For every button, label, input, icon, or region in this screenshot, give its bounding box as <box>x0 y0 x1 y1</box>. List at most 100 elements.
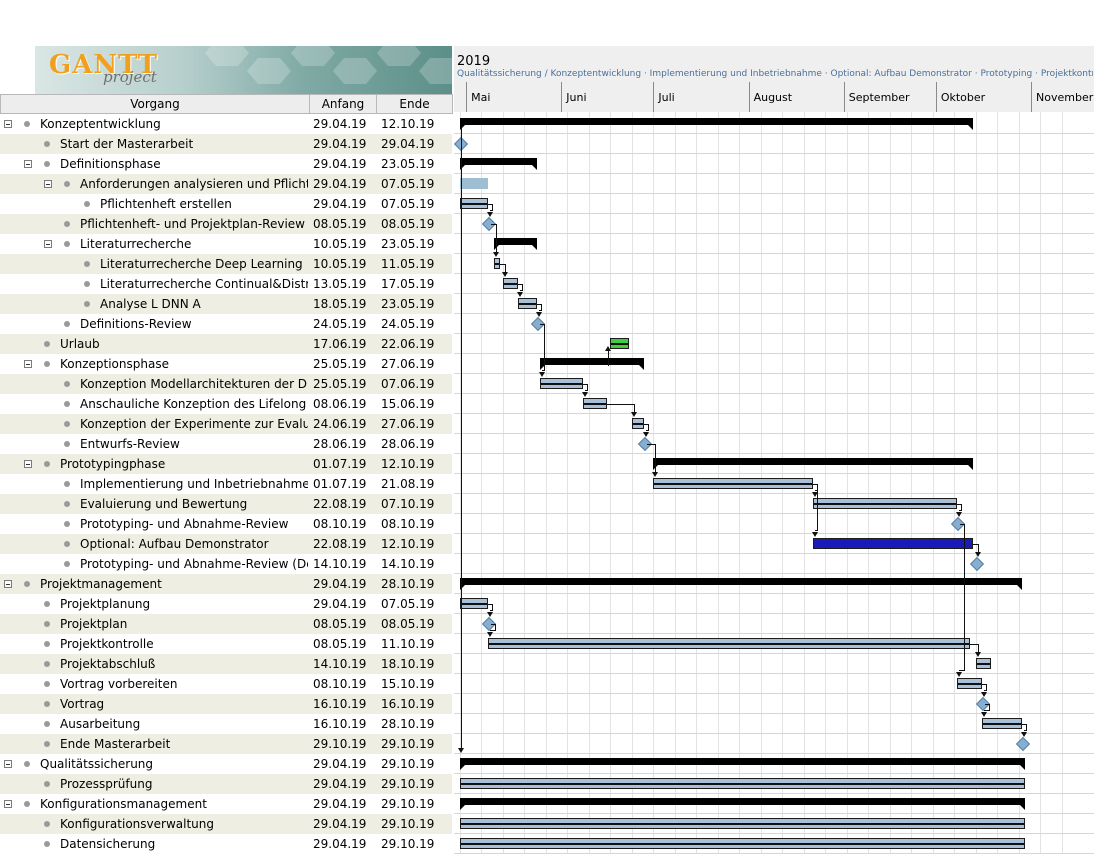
task-end-date[interactable]: 12.10.19 <box>381 454 434 474</box>
task-row[interactable]: Urlaub 17.06.19 22.06.19 <box>0 334 452 354</box>
task-name[interactable]: Analyse L DNN A <box>100 294 308 314</box>
task-bar[interactable] <box>957 678 982 689</box>
task-end-date[interactable]: 29.10.19 <box>381 814 434 834</box>
task-start-date[interactable]: 29.04.19 <box>313 574 366 594</box>
task-name[interactable]: Entwurfs-Review <box>80 434 308 454</box>
task-start-date[interactable]: 29.10.19 <box>313 734 366 754</box>
task-end-date[interactable]: 24.05.19 <box>381 314 434 334</box>
task-end-date[interactable]: 22.06.19 <box>381 334 434 354</box>
task-start-date[interactable]: 10.05.19 <box>313 234 366 254</box>
collapse-icon[interactable] <box>4 120 12 128</box>
task-start-date[interactable]: 08.05.19 <box>313 634 366 654</box>
task-row[interactable]: Anforderungen analysieren und Pflichten.… <box>0 174 452 194</box>
task-end-date[interactable]: 28.06.19 <box>381 434 434 454</box>
task-end-date[interactable]: 29.04.19 <box>381 134 434 154</box>
task-name[interactable]: Konfigurationsverwaltung <box>60 814 308 834</box>
task-end-date[interactable]: 15.06.19 <box>381 394 434 414</box>
task-name[interactable]: Prozessprüfung <box>60 774 308 794</box>
task-name[interactable]: Ende Masterarbeit <box>60 734 308 754</box>
task-start-date[interactable]: 08.05.19 <box>313 614 366 634</box>
task-name[interactable]: Vortrag vorbereiten <box>60 674 308 694</box>
task-end-date[interactable]: 08.05.19 <box>381 614 434 634</box>
task-end-date[interactable]: 23.05.19 <box>381 154 434 174</box>
task-name[interactable]: Definitions-Review <box>80 314 308 334</box>
task-bar[interactable] <box>539 378 583 389</box>
task-name[interactable]: Prototyping- und Abnahme-Review <box>80 514 308 534</box>
collapse-icon[interactable] <box>44 240 52 248</box>
task-name[interactable]: Konzeption der Experimente zur Evaluieru… <box>80 414 308 434</box>
task-row[interactable]: Projektmanagement 29.04.19 28.10.19 <box>0 574 452 594</box>
task-row[interactable]: Prototyping- und Abnahme-Review 08.10.19 0… <box>0 514 452 534</box>
summary-bar[interactable] <box>460 798 1025 810</box>
summary-bar[interactable] <box>460 578 1022 590</box>
task-name[interactable]: Literaturrecherche <box>80 234 308 254</box>
task-start-date[interactable]: 16.10.19 <box>313 694 366 714</box>
task-start-date[interactable]: 13.05.19 <box>313 274 366 294</box>
task-start-date[interactable]: 22.08.19 <box>313 534 366 554</box>
task-bar[interactable] <box>631 418 645 429</box>
task-end-date[interactable]: 12.10.19 <box>381 114 434 134</box>
task-row[interactable]: Start der Masterarbeit 29.04.19 29.04.19 <box>0 134 452 154</box>
task-start-date[interactable]: 22.08.19 <box>313 494 366 514</box>
collapse-icon[interactable] <box>44 180 52 188</box>
collapse-icon[interactable] <box>4 580 12 588</box>
task-start-date[interactable]: 24.05.19 <box>313 314 366 334</box>
task-bar[interactable] <box>518 298 537 309</box>
task-row[interactable]: Vortrag vorbereiten 08.10.19 15.10.19 <box>0 674 452 694</box>
task-bar[interactable] <box>460 818 1025 829</box>
summary-bar[interactable] <box>460 758 1025 770</box>
task-start-date[interactable]: 10.05.19 <box>313 254 366 274</box>
task-end-date[interactable]: 08.10.19 <box>381 514 434 534</box>
task-end-date[interactable]: 29.10.19 <box>381 794 434 814</box>
task-name[interactable]: Start der Masterarbeit <box>60 134 308 154</box>
column-header-task[interactable]: Vorgang <box>0 94 310 114</box>
task-name[interactable]: Qualitätssicherung <box>40 754 308 774</box>
task-end-date[interactable]: 17.05.19 <box>381 274 434 294</box>
task-row[interactable]: Projektplan 08.05.19 08.05.19 <box>0 614 452 634</box>
task-start-date[interactable]: 29.04.19 <box>313 194 366 214</box>
task-start-date[interactable]: 17.06.19 <box>313 334 366 354</box>
task-row[interactable]: Anschauliche Konzeption des Lifelong D..… <box>0 394 452 414</box>
task-start-date[interactable]: 29.04.19 <box>313 594 366 614</box>
task-end-date[interactable]: 29.10.19 <box>381 834 434 854</box>
summary-bar[interactable] <box>493 238 537 250</box>
task-name[interactable]: Konzeption Modellarchitekturen der DNNs <box>80 374 308 394</box>
task-end-date[interactable]: 28.10.19 <box>381 714 434 734</box>
task-row[interactable]: Projektplanung 29.04.19 07.05.19 <box>0 594 452 614</box>
task-bar[interactable] <box>582 398 608 409</box>
task-end-date[interactable]: 11.05.19 <box>381 254 434 274</box>
task-row[interactable]: Ende Masterarbeit 29.10.19 29.10.19 <box>0 734 452 754</box>
task-start-date[interactable]: 08.10.19 <box>313 514 366 534</box>
task-end-date[interactable]: 27.06.19 <box>381 414 434 434</box>
task-name[interactable]: Anschauliche Konzeption des Lifelong D..… <box>80 394 308 414</box>
collapse-icon[interactable] <box>24 360 32 368</box>
task-start-date[interactable]: 24.06.19 <box>313 414 366 434</box>
task-name[interactable]: Pflichtenheft erstellen <box>100 194 308 214</box>
task-start-date[interactable]: 16.10.19 <box>313 714 366 734</box>
task-row[interactable]: Konzeption Modellarchitekturen der DNNs 2… <box>0 374 452 394</box>
task-row[interactable]: Evaluierung und Bewertung 22.08.19 07.10.1… <box>0 494 452 514</box>
task-end-date[interactable]: 15.10.19 <box>381 674 434 694</box>
task-start-date[interactable]: 29.04.19 <box>313 114 366 134</box>
task-end-date[interactable]: 23.05.19 <box>381 234 434 254</box>
task-row[interactable]: Ausarbeitung 16.10.19 28.10.19 <box>0 714 452 734</box>
task-bar[interactable] <box>981 718 1022 729</box>
task-name[interactable]: Urlaub <box>60 334 308 354</box>
task-row[interactable]: Konzeptionsphase 25.05.19 27.06.19 <box>0 354 452 374</box>
task-start-date[interactable]: 29.04.19 <box>313 834 366 854</box>
task-name[interactable]: Optional: Aufbau Demonstrator <box>80 534 308 554</box>
collapse-icon[interactable] <box>4 760 12 768</box>
task-row[interactable]: Datensicherung 29.04.19 29.10.19 <box>0 834 452 854</box>
task-start-date[interactable]: 18.05.19 <box>313 294 366 314</box>
vacation-bar[interactable] <box>610 338 629 349</box>
task-row[interactable]: Definitionsphase 29.04.19 23.05.19 <box>0 154 452 174</box>
task-start-date[interactable]: 29.04.19 <box>313 774 366 794</box>
task-row[interactable]: Vortrag 16.10.19 16.10.19 <box>0 694 452 714</box>
task-row[interactable]: Prozessprüfung 29.04.19 29.10.19 <box>0 774 452 794</box>
task-row[interactable]: Qualitätssicherung 29.04.19 29.10.19 <box>0 754 452 774</box>
task-end-date[interactable]: 08.05.19 <box>381 214 434 234</box>
task-bar[interactable] <box>460 778 1025 789</box>
task-end-date[interactable]: 29.10.19 <box>381 734 434 754</box>
task-start-date[interactable]: 25.05.19 <box>313 354 366 374</box>
task-bar[interactable] <box>975 658 992 669</box>
